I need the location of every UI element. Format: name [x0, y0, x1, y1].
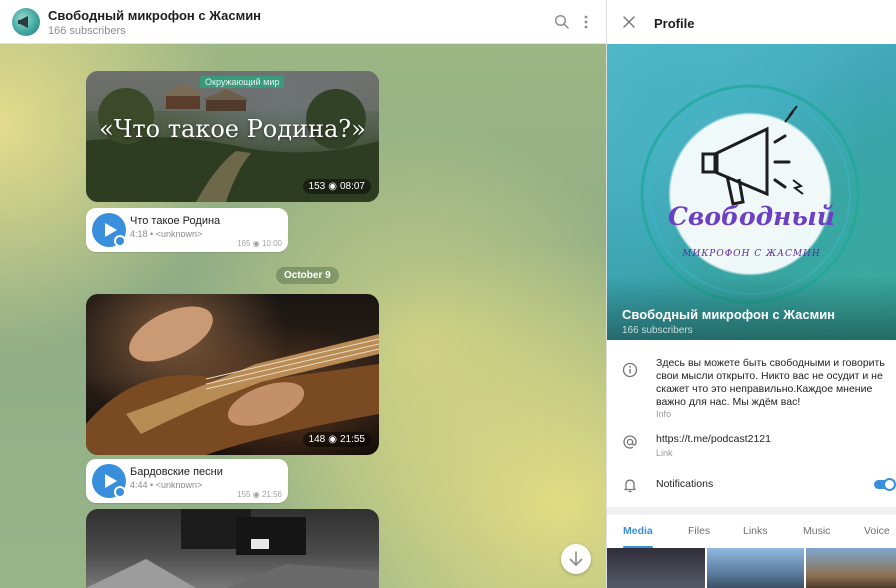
chat-header: Свободный микрофон с Жасмин 166 subscrib… — [0, 0, 606, 44]
post-image-card[interactable]: Окружающий мир «Что такое Родина?» 153 ◉ 0… — [86, 71, 379, 202]
search-icon[interactable] — [553, 13, 571, 31]
eye-icon: ◉ — [328, 181, 337, 192]
audio-performer: <unknown> — [155, 229, 203, 239]
megaphone-icon — [18, 16, 28, 28]
info-icon — [622, 362, 638, 378]
channel-link[interactable]: https://t.me/podcast2121 — [656, 433, 771, 445]
street-photo-image — [86, 509, 379, 588]
profile-header: Profile — [607, 0, 896, 44]
notifications-label: Notifications — [656, 478, 714, 490]
channel-avatar[interactable] — [12, 8, 40, 36]
audio-meta: 4:44 • <unknown> — [130, 480, 202, 490]
post-views-time: 153 ◉ 08:07 — [302, 179, 371, 194]
message-time: 10:00 — [261, 239, 282, 248]
eye-icon: ◉ — [252, 490, 260, 499]
tab-media[interactable]: Media — [623, 525, 653, 537]
audio-duration: 4:18 — [130, 229, 148, 239]
chat-background: Окружающий мир «Что такое Родина?» 153 ◉ 0… — [0, 44, 606, 588]
profile-title: Profile — [654, 16, 695, 31]
category-tag: Окружающий мир — [200, 76, 285, 88]
audio-message[interactable]: Бардовские песни 4:44 • <unknown> 155 ◉ … — [86, 459, 288, 503]
tab-voice[interactable]: Voice — [864, 525, 890, 537]
audio-message[interactable]: Что такое Родина 4:18 • <unknown> 165 ◉ … — [86, 208, 288, 252]
eye-icon: ◉ — [328, 434, 337, 445]
profile-cover[interactable]: Свободный МИКРОФОН С ЖАСМИН Свободный ми… — [607, 44, 896, 340]
notifications-toggle[interactable] — [874, 478, 896, 491]
tab-files[interactable]: Files — [688, 525, 710, 537]
profile-panel: Profile Свободный МИКРОФОН С ЖАСМИН Своб… — [607, 0, 896, 588]
audio-performer: <unknown> — [155, 480, 203, 490]
media-tabs: Media Files Links Music Voice — [607, 515, 896, 548]
audio-title: Что такое Родина — [130, 215, 221, 227]
close-icon[interactable] — [622, 15, 636, 29]
audio-title: Бардовские песни — [130, 466, 223, 478]
profile-name: Свободный микрофон с Жасмин — [622, 307, 836, 322]
channel-title[interactable]: Свободный микрофон с Жасмин — [48, 8, 261, 23]
about-caption: Info — [656, 409, 672, 419]
bell-icon — [624, 479, 636, 493]
post-views-time: 148 ◉ 21:55 — [302, 432, 371, 447]
post-heading: «Что такое Родина?» — [99, 115, 366, 143]
chat-panel: Окружающий мир «Что такое Родина?» 153 ◉ 0… — [0, 0, 606, 588]
views-count: 153 — [308, 181, 326, 192]
profile-subscriber-count: 166 subscribers — [622, 325, 693, 336]
post-image-card[interactable] — [86, 509, 379, 588]
media-thumbnail[interactable] — [806, 548, 896, 588]
subscriber-count: 166 subscribers — [48, 25, 126, 37]
audio-meta: 4:18 • <unknown> — [130, 229, 202, 239]
views-count: 155 — [237, 490, 251, 499]
separator: • — [150, 229, 154, 239]
post-image-card[interactable]: 148 ◉ 21:55 — [86, 294, 379, 455]
about-text: Здесь вы можете быть свободными и говори… — [656, 357, 885, 408]
media-thumbnail[interactable] — [607, 548, 705, 588]
eye-icon: ◉ — [252, 239, 260, 248]
tab-music[interactable]: Music — [803, 525, 830, 537]
section-separator — [607, 507, 896, 515]
audio-views-time: 165 ◉ 10:00 — [237, 239, 282, 248]
download-badge-icon — [114, 486, 126, 498]
post-time: 08:07 — [339, 181, 365, 192]
views-count: 165 — [237, 239, 251, 248]
toggle-knob — [883, 478, 896, 491]
tab-links[interactable]: Links — [743, 525, 768, 537]
arrow-down-icon — [569, 551, 583, 567]
download-badge-icon — [114, 235, 126, 247]
separator: • — [150, 480, 154, 490]
media-thumbnail[interactable] — [707, 548, 804, 588]
guitar-image — [86, 306, 379, 455]
link-caption: Link — [656, 448, 673, 458]
views-count: 148 — [308, 434, 326, 445]
logo-word-main: Свободный — [668, 202, 835, 231]
scroll-down-button[interactable] — [561, 544, 591, 574]
audio-duration: 4:44 — [130, 480, 148, 490]
audio-views-time: 155 ◉ 21:56 — [237, 490, 282, 499]
at-sign-icon — [623, 435, 637, 449]
more-vertical-icon[interactable] — [580, 13, 592, 31]
post-time: 21:55 — [339, 434, 365, 445]
logo-word-sub: МИКРОФОН С ЖАСМИН — [682, 249, 821, 259]
date-separator: October 9 — [276, 267, 339, 284]
message-time: 21:56 — [261, 490, 282, 499]
